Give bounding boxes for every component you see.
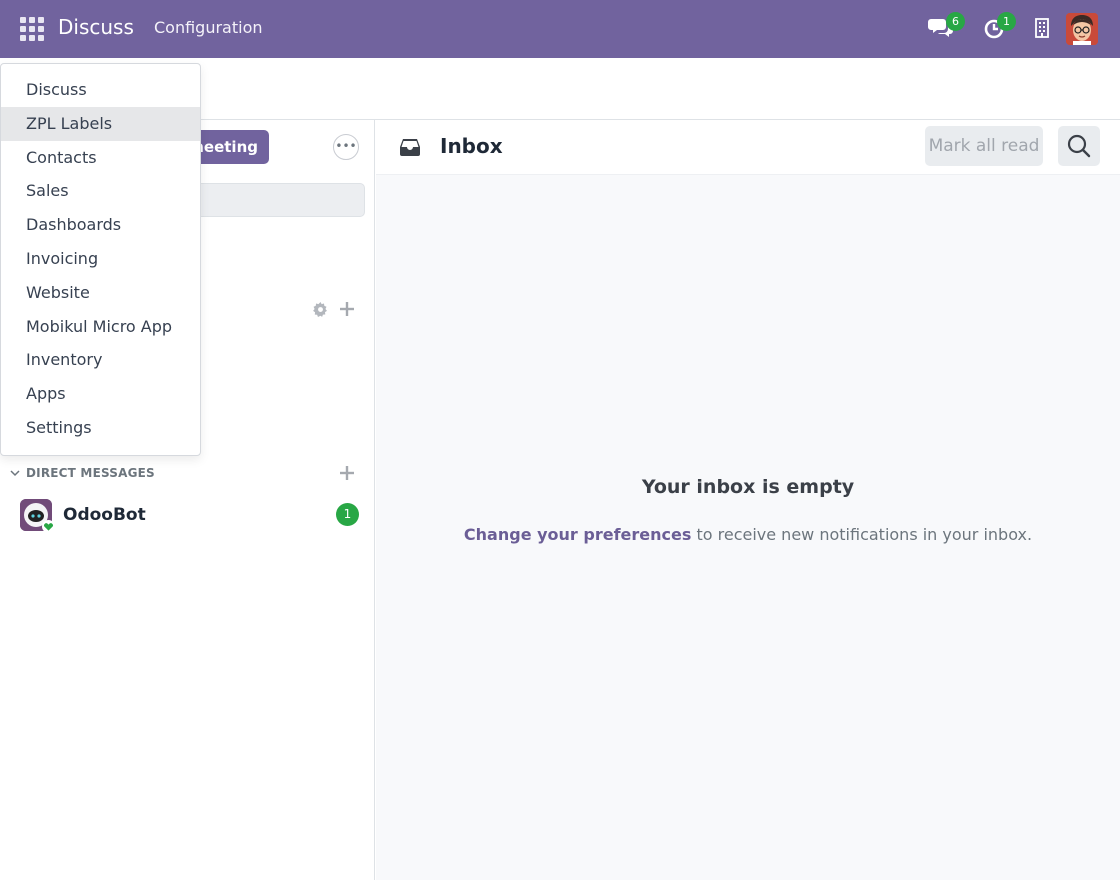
thread-header: Inbox Mark all read [376,120,1120,175]
add-channel-button[interactable] [340,301,354,320]
company-switcher[interactable] [1034,18,1050,42]
empty-inbox-text: to receive new notifications in your inb… [691,525,1033,544]
messages-systray[interactable]: 6 [928,12,965,44]
activities-systray[interactable]: 1 [983,12,1016,44]
menu-item-discuss[interactable]: Discuss [1,73,200,107]
top-navbar: Discuss Configuration 6 1 [0,0,1120,58]
thread-title: Inbox [440,134,503,158]
user-face-icon [1066,13,1098,45]
more-options-button[interactable]: ••• [333,134,359,160]
menu-item-sales[interactable]: Sales [1,174,200,208]
plus-icon [340,466,354,480]
direct-message-item-odoobot[interactable]: OdooBot 1 [0,494,374,536]
channels-settings-button[interactable] [313,302,328,321]
menu-item-apps[interactable]: Apps [1,377,200,411]
menu-item-invoicing[interactable]: Invoicing [1,242,200,276]
direct-messages-header[interactable]: DIRECT MESSAGES [10,466,155,480]
change-preferences-link[interactable]: Change your preferences [464,525,691,544]
app-menu-dropdown: Discuss ZPL Labels Contacts Sales Dashbo… [0,63,201,456]
menu-configuration[interactable]: Configuration [154,18,263,37]
menu-item-mobikul-micro-app[interactable]: Mobikul Micro App [1,310,200,344]
search-icon [1067,134,1091,158]
add-direct-message-button[interactable] [340,465,354,484]
empty-inbox-description: Change your preferences to receive new n… [376,525,1120,544]
online-heart-icon [42,520,55,533]
inbox-icon [400,139,420,156]
messages-count-badge: 6 [946,12,965,31]
menu-item-website[interactable]: Website [1,276,200,310]
app-menu-grid-icon[interactable] [20,17,44,41]
thread-panel: Inbox Mark all read Your inbox is empty … [376,120,1120,880]
menu-item-zpl-labels[interactable]: ZPL Labels [1,106,200,141]
search-button[interactable] [1058,126,1100,166]
gear-icon [313,302,327,317]
menu-item-settings[interactable]: Settings [1,411,200,445]
direct-messages-label: DIRECT MESSAGES [26,466,155,480]
mark-all-read-button[interactable]: Mark all read [925,126,1043,166]
app-brand[interactable]: Discuss [58,15,134,39]
menu-item-contacts[interactable]: Contacts [1,141,200,175]
unread-count-badge: 1 [336,503,359,526]
user-avatar[interactable] [1066,13,1098,45]
activities-count-badge: 1 [997,12,1016,31]
menu-item-inventory[interactable]: Inventory [1,343,200,377]
building-icon [1035,18,1049,38]
chevron-down-icon [10,470,20,477]
plus-icon [340,302,354,316]
menu-item-dashboards[interactable]: Dashboards [1,208,200,242]
empty-inbox-title: Your inbox is empty [641,476,855,498]
ellipsis-icon: ••• [335,139,357,153]
dm-name-label: OdooBot [63,505,146,525]
